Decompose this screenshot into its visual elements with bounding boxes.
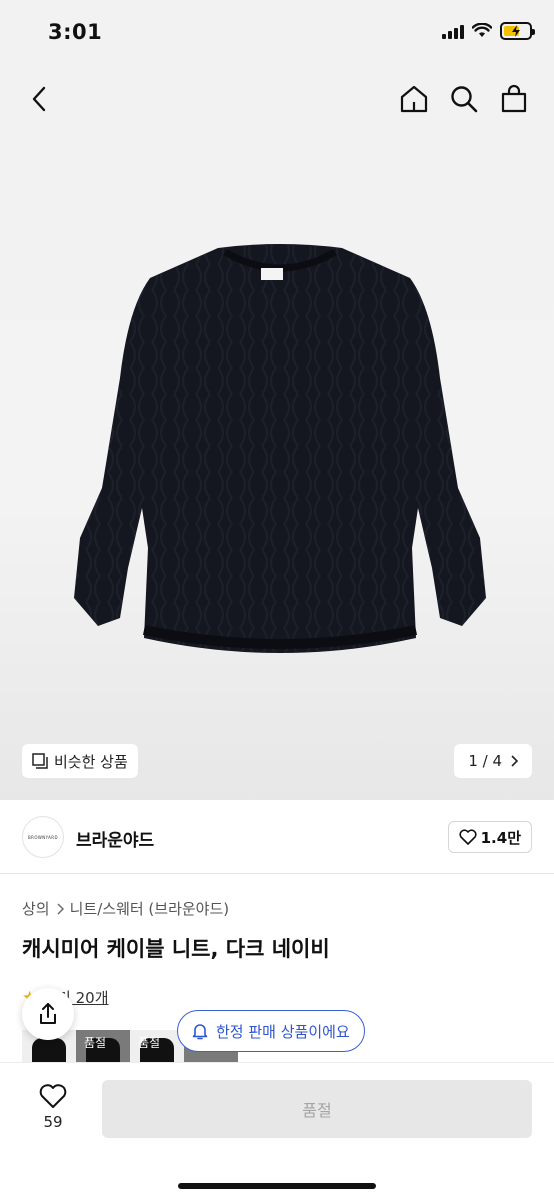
brand-favorite-button[interactable]: 1.4만 [447,821,532,853]
bell-icon [192,1024,208,1040]
share-icon [40,1003,56,1024]
status-bar: 3:01 [0,0,554,66]
soldout-label: 품절 [138,1036,161,1050]
home-indicator [178,1183,376,1189]
top-nav-actions [398,80,530,118]
brand-logo-text: BROWNYARD [28,834,58,840]
home-icon [400,85,428,113]
search-button[interactable] [448,80,480,118]
thumbnail-option[interactable]: 품절 [76,1030,130,1064]
page-indicator-text: 1 / 4 [468,752,502,770]
status-time: 3:01 [48,20,103,44]
limited-sale-notice[interactable]: 한정 판매 상품이에요 [177,1010,365,1052]
cart-button[interactable] [498,80,530,118]
search-icon [451,86,478,113]
thumbnail-option[interactable]: 품절 [130,1030,184,1064]
breadcrumb-item[interactable]: 니트/스웨터 (브라운야드) [70,898,230,919]
brand-row[interactable]: BROWNYARD 브라운야드 1.4만 [0,800,554,874]
cellular-signal-icon [442,23,464,39]
status-icons [442,22,535,40]
product-photo-sweater [74,244,486,653]
bottom-action-bar: 59 품절 [0,1062,554,1200]
product-title: 캐시미어 케이블 니트, 다크 네이비 [22,937,330,961]
similar-products-button[interactable]: 비슷한 상품 [22,744,138,778]
share-button[interactable] [22,988,74,1040]
similar-products-label: 비슷한 상품 [54,752,128,771]
shopping-bag-icon [501,84,527,113]
back-button[interactable] [24,82,54,116]
chevron-left-icon [32,86,46,112]
like-count: 59 [43,1113,63,1131]
limited-sale-label: 한정 판매 상품이에요 [216,1022,350,1041]
similar-items-icon [32,753,48,769]
image-page-indicator[interactable]: 1 / 4 [454,744,532,778]
soldout-button[interactable]: 품절 [102,1080,532,1138]
brand-name[interactable]: 브라운야드 [76,826,154,851]
battery-charging-icon [500,22,535,40]
wifi-icon [472,23,492,37]
breadcrumb-item[interactable]: 상의 [22,898,50,919]
brand-like-count: 1.4만 [480,828,521,847]
chevron-right-icon [511,755,518,767]
brand-logo[interactable]: BROWNYARD [22,816,64,858]
heart-icon [459,829,477,845]
like-button[interactable]: 59 [30,1083,76,1131]
breadcrumb: 상의 니트/스웨터 (브라운야드) [22,898,229,919]
chevron-right-icon [57,903,64,914]
home-button[interactable] [398,80,430,118]
soldout-label: 품절 [84,1036,107,1050]
heart-icon [39,1084,67,1108]
